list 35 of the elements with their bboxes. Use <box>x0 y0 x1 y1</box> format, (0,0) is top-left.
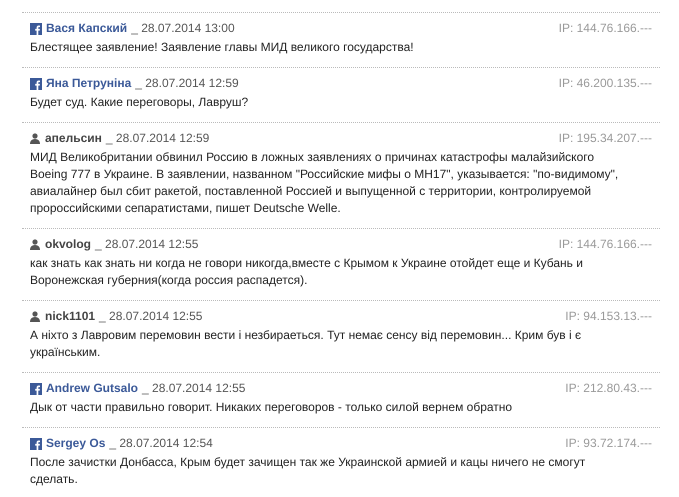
comment-date: _ 28.07.2014 12:54 <box>109 435 213 452</box>
author-name[interactable]: Вася Капский <box>46 20 128 37</box>
comment-text: А ніхто з Лавровим перемовин вести і незбираеться. Тут немає сенсу від перемовин... Крим був і є українським. <box>30 327 582 361</box>
comment-date: _ 28.07.2014 12:59 <box>106 130 210 147</box>
ip-address: IP: 94.153.13.--- <box>565 308 652 325</box>
author-name[interactable]: Andrew Gutsalo <box>46 380 138 397</box>
author-name: апельсин <box>45 130 102 147</box>
person-icon <box>30 311 40 322</box>
author-name[interactable]: Яна Петруніна <box>46 75 132 92</box>
comment-date: _ 28.07.2014 12:59 <box>135 75 239 92</box>
ip-address: IP: 93.72.174.--- <box>565 435 652 452</box>
comment-text: После зачистки Донбасса, Крым будет зачищен так же Украинской армией и кацы ничего не смогут сделать. <box>30 454 586 488</box>
ip-address: IP: 212.80.43.--- <box>565 380 652 397</box>
facebook-icon <box>30 78 42 90</box>
comment-text: как знать как знать ни когда не говори никогда,вместе с Крымом к Украине отойдет еще и Кубань и Воронежская губерния(когда россия распадется). <box>30 255 584 289</box>
person-icon <box>30 239 40 250</box>
ip-address: IP: 144.76.166.--- <box>558 20 652 37</box>
comment-text: Будет суд. Какие переговоры, Лавруш? <box>30 94 250 111</box>
author-name: okvolog <box>45 236 92 253</box>
comment-text: Блестящее заявление! Заявление главы МИД великого государства! <box>30 39 415 56</box>
comment-date: _ 28.07.2014 12:55 <box>142 380 246 397</box>
facebook-icon <box>30 382 42 394</box>
comment-date: _ 28.07.2014 12:55 <box>99 308 202 325</box>
comment-date: _ 28.07.2014 13:00 <box>131 20 235 37</box>
author-name: nick1101 <box>45 308 96 325</box>
ip-address: IP: 195.34.207.--- <box>558 130 652 147</box>
comment-date: _ 28.07.2014 12:55 <box>95 236 198 253</box>
author-name[interactable]: Sergey Os <box>46 435 106 452</box>
facebook-icon <box>30 22 42 34</box>
ip-address: IP: 46.200.135.--- <box>558 75 652 92</box>
ip-address: IP: 144.76.166.--- <box>558 236 652 253</box>
comment-text: Дык от части правильно говорит. Никаких переговоров - только силой вернем обратно <box>30 399 514 416</box>
facebook-icon <box>30 438 42 450</box>
person-icon <box>30 133 40 144</box>
comment-text: МИД Великобритании обвинил Россию в ложных заявлениях о причинах катастрофы малайзийского Boeing 777 в Украине. В заявлении, названном "Российские мифы о MH17", указывается: "по-видимому", авиалайнер был сбит ракетой, поставленной Россией и выпущенной с территории, контролируемой пророссийскими сепаратистами, пишет Deutsche Welle. <box>30 149 620 217</box>
